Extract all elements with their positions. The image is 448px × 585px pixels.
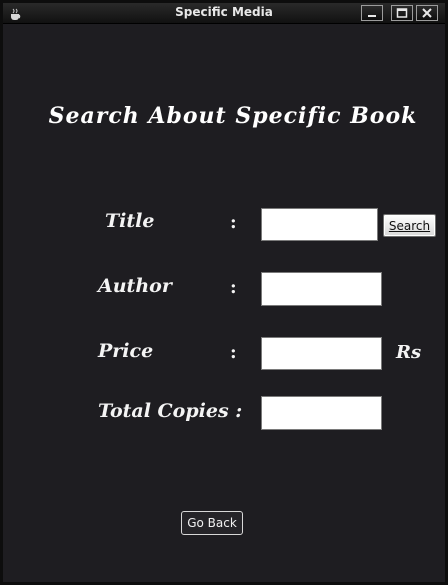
page-heading: Search About Specific Book	[48, 103, 418, 129]
maximize-icon	[396, 8, 408, 18]
minimize-button[interactable]	[361, 5, 383, 21]
search-button[interactable]: Search	[383, 214, 436, 237]
close-button[interactable]	[416, 5, 438, 21]
total-copies-input[interactable]	[261, 396, 382, 430]
title-input[interactable]	[261, 208, 378, 241]
title-colon: :	[230, 212, 237, 233]
close-icon	[422, 8, 432, 18]
maximize-button[interactable]	[391, 5, 413, 21]
price-label: Price	[98, 340, 154, 362]
price-input[interactable]	[261, 337, 382, 370]
currency-label: Rs	[396, 342, 422, 363]
price-colon: :	[230, 342, 237, 363]
minimize-icon	[368, 15, 376, 17]
title-bar[interactable]: Specific Media	[3, 3, 445, 24]
app-window: Specific Media Search About Specific Boo…	[0, 0, 448, 585]
author-label: Author	[98, 275, 172, 297]
author-input[interactable]	[261, 272, 382, 306]
total-copies-label: Total Copies :	[98, 400, 243, 422]
title-label: Title	[105, 210, 155, 232]
go-back-button[interactable]: Go Back	[181, 511, 243, 535]
author-colon: :	[230, 277, 237, 298]
